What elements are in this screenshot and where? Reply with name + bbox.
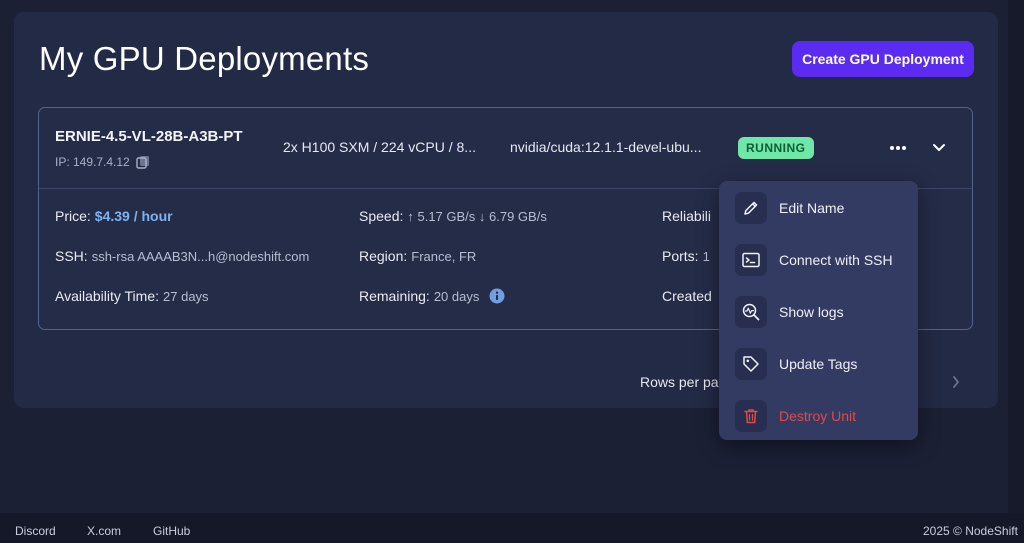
- rows-per-page-label: Rows per pa: [640, 374, 719, 390]
- menu-label-destroy-unit: Destroy Unit: [779, 408, 857, 424]
- availability-field: Availability Time: 27 days: [55, 288, 209, 304]
- info-icon[interactable]: [489, 288, 505, 307]
- speed-field: Speed: ↑ 5.17 GB/s ↓ 6.79 GB/s: [359, 208, 547, 224]
- menu-label-show-logs: Show logs: [779, 304, 844, 320]
- footer-link-discord[interactable]: Discord: [15, 524, 56, 538]
- ports-label: Ports:: [662, 248, 699, 264]
- ports-value: 1: [702, 249, 710, 264]
- trash-icon: [735, 400, 767, 432]
- context-menu: Edit Name Connect with SSH Show logs Upd…: [719, 181, 918, 440]
- menu-label-edit-name: Edit Name: [779, 200, 845, 216]
- chevron-down-icon: [933, 144, 945, 151]
- reliability-field: Reliabili: [662, 208, 711, 224]
- terminal-icon: [735, 244, 767, 276]
- menu-item-update-tags[interactable]: Update Tags: [735, 347, 907, 381]
- copy-icon[interactable]: [136, 155, 150, 169]
- ssh-value[interactable]: ssh-rsa AAAAB3N...h@nodeshift.com: [92, 249, 310, 264]
- deployment-card-header[interactable]: ERNIE-4.5-VL-28B-A3B-PT IP: 149.7.4.12 2…: [39, 108, 972, 189]
- chevron-right-icon: [953, 376, 959, 388]
- copyright: 2025 © NodeShift: [923, 524, 1018, 538]
- ssh-field: SSH: ssh-rsa AAAAB3N...h@nodeshift.com: [55, 248, 309, 264]
- menu-item-show-logs[interactable]: Show logs: [735, 295, 907, 329]
- page-title: My GPU Deployments: [39, 40, 370, 77]
- more-horizontal-icon: [890, 146, 906, 150]
- speed-label: Speed:: [359, 208, 404, 224]
- region-value: France, FR: [411, 249, 477, 264]
- region-label: Region:: [359, 248, 408, 264]
- create-gpu-deployment-button[interactable]: Create GPU Deployment: [792, 41, 974, 77]
- logs-search-icon: [735, 296, 767, 328]
- menu-label-update-tags: Update Tags: [779, 356, 858, 372]
- availability-label: Availability Time:: [55, 288, 160, 304]
- price-value: $4.39 / hour: [94, 208, 173, 224]
- deployment-ip: IP: 149.7.4.12: [55, 155, 150, 169]
- menu-item-destroy-unit[interactable]: Destroy Unit: [735, 399, 907, 433]
- price-field: Price: $4.39 / hour: [55, 208, 173, 224]
- gpu-spec: 2x H100 SXM / 224 vCPU / 8...: [283, 139, 476, 155]
- menu-label-connect-ssh: Connect with SSH: [779, 252, 893, 268]
- availability-value: 27 days: [163, 289, 209, 304]
- next-page-button[interactable]: [946, 372, 966, 392]
- ip-text: IP: 149.7.4.12: [55, 155, 130, 169]
- status-badge: RUNNING: [738, 137, 814, 159]
- right-edge: [1008, 0, 1024, 513]
- remaining-field: Remaining: 20 days: [359, 288, 505, 307]
- remaining-value: 20 days: [433, 289, 480, 305]
- created-label: Created: [662, 288, 712, 304]
- expand-button[interactable]: [927, 136, 951, 160]
- footer: Discord X.com GitHub 2025 © NodeShift: [0, 513, 1024, 543]
- remaining-label: Remaining:: [359, 288, 430, 305]
- ports-field: Ports: 1: [662, 248, 710, 264]
- price-label: Price:: [55, 208, 91, 224]
- deployment-name: ERNIE-4.5-VL-28B-A3B-PT: [55, 128, 243, 145]
- speed-value: ↑ 5.17 GB/s ↓ 6.79 GB/s: [407, 209, 547, 224]
- container-image: nvidia/cuda:12.1.1-devel-ubu...: [510, 139, 702, 155]
- region-field: Region: France, FR: [359, 248, 476, 264]
- menu-item-connect-ssh[interactable]: Connect with SSH: [735, 243, 907, 277]
- reliability-label: Reliabili: [662, 208, 712, 224]
- ssh-label: SSH:: [55, 248, 88, 264]
- more-options-button[interactable]: [885, 136, 911, 160]
- menu-item-edit-name[interactable]: Edit Name: [735, 191, 907, 225]
- tag-icon: [735, 348, 767, 380]
- footer-link-x[interactable]: X.com: [87, 524, 121, 538]
- created-field: Created: [662, 288, 712, 304]
- pencil-icon: [735, 192, 767, 224]
- footer-link-github[interactable]: GitHub: [153, 524, 190, 538]
